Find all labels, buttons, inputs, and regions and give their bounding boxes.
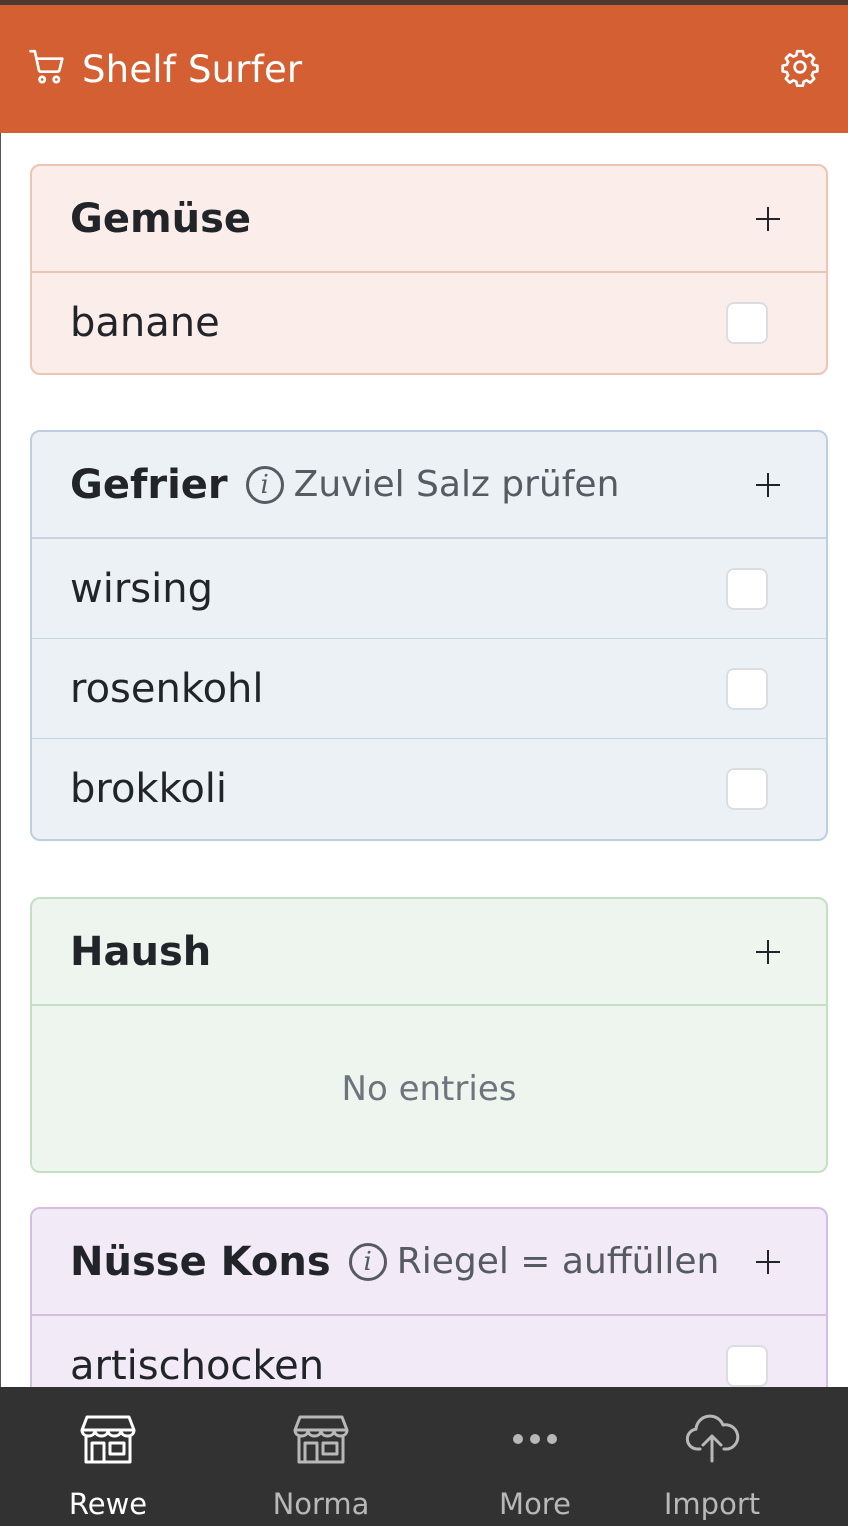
shopping-list: Gemüse banane Gefrier i Zuviel Salz prüf… [0,133,848,1387]
list-item[interactable]: wirsing [32,539,826,639]
category-title: Haush [70,928,212,975]
more-dots-icon [511,1411,559,1467]
item-checkbox[interactable] [726,302,768,344]
info-icon: i [348,1242,387,1281]
empty-state-text: No entries [341,1068,517,1109]
item-label: wirsing [70,565,213,612]
cart-icon [28,47,68,92]
item-label: banane [70,300,220,346]
nav-label: Import [663,1487,761,1521]
category-title: Nüsse Kons [70,1238,331,1285]
list-item[interactable]: artischocken [32,1316,826,1387]
category-title: Gefrier [70,461,228,508]
category-note: i Zuviel Salz prüfen [245,464,620,505]
category-card-haush: Haush No entries [30,897,828,1173]
nav-item-rewe[interactable]: Rewe [48,1387,168,1526]
app-bar: Shelf Surfer [0,5,848,133]
nav-item-more[interactable]: More [475,1387,595,1526]
category-card-gemuese: Gemüse banane [30,164,828,375]
list-item[interactable]: brokkoli [32,739,826,839]
list-item[interactable]: banane [32,273,826,373]
category-header: Nüsse Kons i Riegel = auffüllen [32,1209,826,1316]
category-note-text: Riegel = auffüllen [396,1241,720,1282]
category-header: Haush [32,899,826,1006]
category-header: Gemüse [32,166,826,273]
store-icon [79,1411,137,1467]
nav-item-norma[interactable]: Norma [261,1387,381,1526]
add-item-button[interactable] [748,465,788,505]
nav-item-import[interactable]: Import [652,1387,772,1526]
item-label: brokkoli [70,766,228,812]
add-item-button[interactable] [748,1242,788,1282]
cloud-upload-icon [684,1411,740,1467]
category-title: Gemüse [70,195,252,242]
category-note-text: Zuviel Salz prüfen [293,464,620,505]
brand[interactable]: Shelf Surfer [28,47,302,92]
store-icon [292,1411,350,1467]
gear-icon [780,47,820,92]
add-item-button[interactable] [748,199,788,239]
settings-button[interactable] [780,49,820,89]
category-header: Gefrier i Zuviel Salz prüfen [32,432,826,539]
item-checkbox[interactable] [726,768,768,810]
add-item-button[interactable] [748,932,788,972]
list-item[interactable]: rosenkohl [32,639,826,739]
item-checkbox[interactable] [726,1345,768,1387]
category-card-gefrier: Gefrier i Zuviel Salz prüfen wirsing ros… [30,430,828,841]
item-checkbox[interactable] [726,667,768,710]
item-label: rosenkohl [70,665,264,712]
category-card-nuesse-kons: Nüsse Kons i Riegel = auffüllen artischo… [30,1207,828,1387]
bottom-navigation: Rewe Norma More Import [0,1387,848,1526]
item-checkbox[interactable] [726,567,768,610]
nav-label: Norma [272,1487,370,1521]
info-icon: i [245,465,284,504]
app-title: Shelf Surfer [82,47,303,91]
category-note: i Riegel = auffüllen [348,1241,720,1282]
nav-label: Rewe [68,1487,148,1521]
nav-label: More [499,1487,571,1521]
item-label: artischocken [70,1343,325,1387]
